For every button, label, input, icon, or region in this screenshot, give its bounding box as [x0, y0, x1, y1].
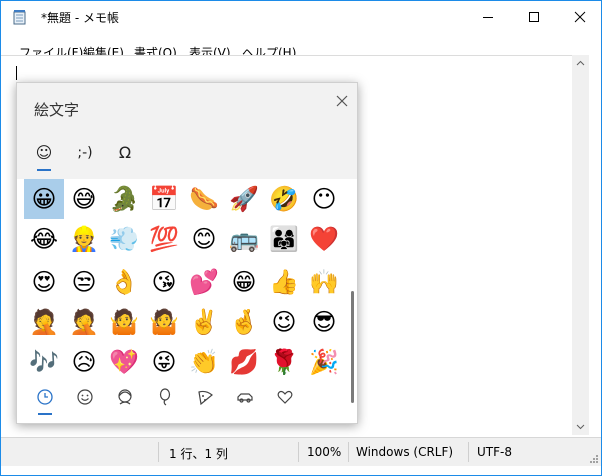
emoji-cell[interactable]: 🤞 [224, 302, 264, 342]
scroll-down-icon[interactable] [572, 418, 589, 435]
minimize-icon [483, 17, 493, 18]
emoji-cell[interactable]: ❤️ [304, 219, 344, 259]
vertical-scrollbar[interactable] [572, 55, 589, 435]
emoji-cell[interactable]: 🎉 [304, 342, 344, 382]
emoji-cell[interactable]: 👨‍👩‍👧 [264, 219, 304, 259]
emoji-cell[interactable]: 😶 [304, 179, 344, 219]
pizza-icon [198, 390, 213, 406]
status-zoom: 100% [307, 445, 342, 459]
status-line-ending: Windows (CRLF) [356, 445, 454, 459]
emoji-cell[interactable]: 🚌 [224, 219, 264, 259]
tab-emoji[interactable]: ☺ [30, 139, 58, 167]
emoji-grid: 😀 😅 🐊 📅 🌭 🚀 🤣 😶 😂 👷 💨 💯 😊 🚌 👨‍👩‍👧 ❤️ 😍 😒… [17, 179, 357, 423]
emoji-cell[interactable]: 🚀 [224, 179, 264, 219]
status-position: 1 行、1 列 [169, 447, 228, 461]
emoji-cell[interactable]: 🌭 [184, 179, 224, 219]
tab-food[interactable] [193, 385, 217, 409]
title-bar[interactable]: *無題 - メモ帳 [1, 1, 601, 33]
car-icon [237, 393, 253, 403]
tab-heart[interactable] [273, 385, 297, 409]
emoji-cell[interactable]: 😍 [24, 262, 64, 302]
active-category-indicator [38, 413, 52, 415]
close-icon [336, 95, 348, 107]
emoji-cell[interactable]: 💨 [104, 219, 144, 259]
emoji-cell[interactable]: 😅 [64, 179, 104, 219]
person-icon [118, 389, 132, 405]
emoji-cell[interactable]: 👍 [264, 262, 304, 302]
emoji-cell[interactable]: 🤦 [24, 302, 64, 342]
minimize-button[interactable] [465, 1, 511, 33]
window-title: *無題 - メモ帳 [41, 11, 119, 25]
tab-celebration[interactable] [153, 385, 177, 409]
emoji-cell[interactable]: 🤣 [264, 179, 304, 219]
status-divider [468, 442, 469, 462]
emoji-cell[interactable]: 👏 [184, 342, 224, 382]
maximize-icon [529, 12, 539, 22]
tab-recent[interactable] [33, 385, 57, 409]
emoji-cell[interactable]: 🙌 [304, 262, 344, 302]
emoji-cell[interactable]: 👌 [104, 262, 144, 302]
emoji-cell[interactable]: 💖 [104, 342, 144, 382]
emoji-cell[interactable]: 📅 [144, 179, 184, 219]
close-button[interactable] [557, 1, 601, 33]
emoji-cell[interactable]: 🎶 [24, 342, 64, 382]
emoji-cell[interactable]: 😊 [184, 219, 224, 259]
balloon-icon [159, 388, 171, 406]
tab-symbols[interactable]: Ω [111, 139, 139, 167]
tab-people[interactable] [113, 385, 137, 409]
resize-grip-icon[interactable] [589, 454, 599, 464]
emoji-cell[interactable]: 😒 [64, 262, 104, 302]
notepad-icon [13, 10, 26, 25]
status-divider [298, 442, 299, 462]
emoji-cell[interactable]: 💕 [184, 262, 224, 302]
tab-kaomoji[interactable]: ;-) [71, 139, 99, 167]
menu-bar: ファイル(F) 編集(E) 書式(O) 表示(V) ヘルプ(H) [1, 33, 601, 60]
emoji-cell[interactable]: 🐊 [104, 179, 144, 219]
tab-travel[interactable] [233, 385, 257, 409]
emoji-cell[interactable]: 😉 [264, 302, 304, 342]
emoji-cell[interactable]: 👷 [64, 219, 104, 259]
status-encoding: UTF-8 [477, 445, 512, 459]
heart-icon [277, 390, 293, 404]
scroll-up-icon[interactable] [572, 55, 589, 72]
emoji-cell[interactable]: ✌️ [184, 302, 224, 342]
emoji-cell[interactable]: 😂 [24, 219, 64, 259]
emoji-cell[interactable]: 😥 [64, 342, 104, 382]
emoji-cell[interactable]: 😁 [224, 262, 264, 302]
status-bar: 1 行、1 列 100% Windows (CRLF) UTF-8 [1, 437, 601, 466]
close-icon [574, 11, 586, 23]
text-caret [16, 66, 17, 80]
emoji-cell[interactable]: 😘 [144, 262, 184, 302]
emoji-panel-close-button[interactable] [330, 89, 354, 113]
emoji-cell[interactable]: 🤷 [104, 302, 144, 342]
emoji-grid-scrollbar[interactable] [351, 291, 354, 403]
emoji-cell[interactable]: 🤷 [144, 302, 184, 342]
emoji-panel-title: 絵文字 [34, 101, 80, 119]
emoji-cell[interactable]: 🤦 [64, 302, 104, 342]
emoji-cell[interactable]: 😎 [304, 302, 344, 342]
status-divider [348, 442, 349, 462]
emoji-panel: 絵文字 ☺ ;-) Ω 😀 😅 🐊 📅 🌭 🚀 🤣 😶 😂 👷 💨 💯 😊 🚌 … [16, 82, 358, 424]
smiley-icon [77, 389, 93, 405]
emoji-cell[interactable]: 💯 [144, 219, 184, 259]
emoji-cell[interactable]: 🌹 [264, 342, 304, 382]
emoji-cell[interactable]: 😜 [144, 342, 184, 382]
maximize-button[interactable] [511, 1, 557, 33]
emoji-cell[interactable]: 😀 [24, 179, 64, 219]
status-divider [158, 442, 159, 462]
tab-smiley[interactable] [73, 385, 97, 409]
clock-icon [37, 389, 53, 405]
emoji-cell[interactable]: 💋 [224, 342, 264, 382]
active-tab-indicator [37, 169, 51, 171]
